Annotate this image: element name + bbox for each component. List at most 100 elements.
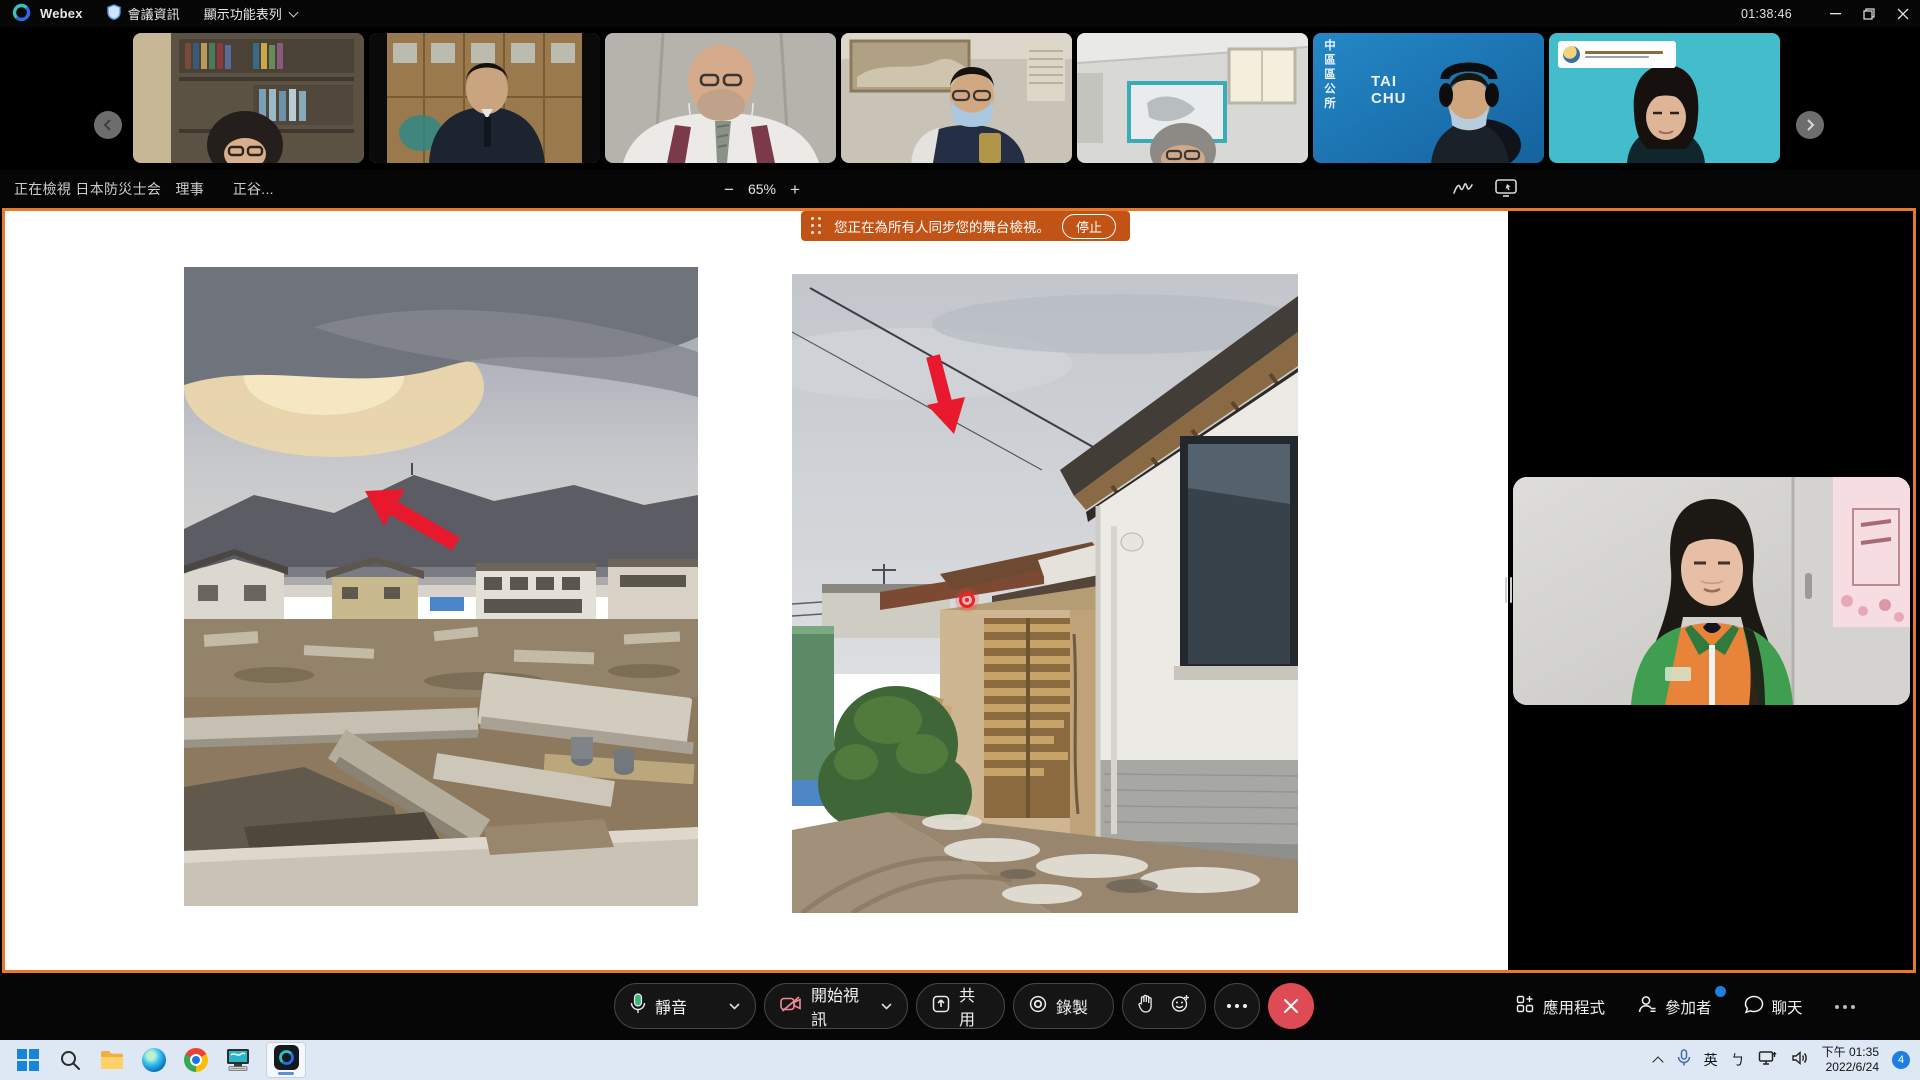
leave-meeting-button[interactable]: [1268, 983, 1314, 1029]
participants-button[interactable]: 參加者: [1637, 995, 1712, 1019]
more-panels-button[interactable]: [1835, 1005, 1855, 1009]
viewing-status-text: 正在檢視 日本防災士会 理事 正谷...: [0, 179, 274, 199]
meeting-info-label: 會議資訊: [128, 4, 180, 23]
share-icon: [932, 995, 950, 1018]
raise-hand-icon[interactable]: [1138, 994, 1153, 1018]
taskbar-search-icon[interactable]: [56, 1047, 83, 1074]
participants-notification-dot: [1715, 986, 1726, 997]
chat-label: 聊天: [1772, 996, 1803, 1018]
microphone-icon: [630, 993, 646, 1020]
stage-sync-banner: 您正在為所有人同步您的舞台檢視。 停止: [801, 211, 1130, 241]
filmstrip-next-button[interactable]: [1796, 111, 1824, 139]
filmstrip-prev-button[interactable]: [94, 111, 122, 139]
video-tile-participant-4[interactable]: [841, 33, 1072, 163]
shared-photo-flood-debris: [184, 267, 698, 906]
ime-input-mode-indicator[interactable]: ㄅ: [1731, 1050, 1745, 1070]
restore-button[interactable]: [1852, 0, 1886, 27]
network-icon[interactable]: [1758, 1050, 1778, 1071]
stop-sync-button[interactable]: 停止: [1062, 214, 1116, 239]
webex-logo-icon: [12, 3, 31, 25]
banner-drag-handle[interactable]: [811, 217, 822, 235]
mute-options-chevron-icon[interactable]: [729, 997, 740, 1015]
edge-browser-icon[interactable]: [140, 1047, 167, 1074]
tile6-latin-label: TAI CHU: [1371, 73, 1407, 108]
notification-count-badge[interactable]: 4: [1892, 1051, 1910, 1069]
taskbar-date: 2022/6/24: [1822, 1060, 1879, 1075]
show-menu-dropdown[interactable]: 顯示功能表列: [204, 4, 298, 23]
title-bar: Webex 會議資訊 顯示功能表列 01:38:46: [0, 0, 1920, 27]
mute-button[interactable]: 靜音: [614, 983, 756, 1029]
apps-button[interactable]: 應用程式: [1516, 995, 1605, 1019]
participants-icon: [1637, 995, 1657, 1019]
start-video-label: 開始視訊: [811, 982, 872, 1030]
stage-tools: [1452, 170, 1518, 208]
app-name: Webex: [40, 6, 83, 21]
system-tray: 英 ㄅ 下午 01:35 2022/6/24: [1652, 1045, 1920, 1075]
panel-resize-handle[interactable]: [1505, 577, 1512, 603]
zoom-out-button[interactable]: −: [724, 181, 734, 198]
webex-window: Webex 會議資訊 顯示功能表列 01:38:46: [0, 0, 1920, 1080]
sync-banner-message: 您正在為所有人同步您的舞台檢視。: [834, 216, 1050, 236]
window-controls: 01:38:46: [1741, 0, 1920, 27]
annotate-icon[interactable]: [1452, 179, 1474, 200]
meeting-info-button[interactable]: 會議資訊: [107, 4, 180, 23]
video-tile-participant-5[interactable]: [1077, 33, 1308, 163]
record-button[interactable]: 錄製: [1013, 983, 1114, 1029]
participant-filmstrip: 中區區公所 TAI CHU: [0, 27, 1920, 170]
minimize-button[interactable]: [1818, 0, 1852, 27]
mute-label: 靜音: [655, 994, 687, 1018]
chrome-browser-icon[interactable]: [182, 1047, 209, 1074]
close-button[interactable]: [1886, 0, 1920, 27]
meeting-info-shield-icon: [107, 4, 121, 23]
video-tile-participant-7[interactable]: [1549, 33, 1780, 163]
tray-expand-icon[interactable]: [1652, 1056, 1664, 1064]
volume-icon[interactable]: [1791, 1050, 1809, 1071]
chevron-down-icon: [289, 7, 298, 16]
video-options-chevron-icon[interactable]: [881, 997, 892, 1015]
video-tile-participant-1[interactable]: [133, 33, 364, 163]
shared-screen-icon[interactable]: [1494, 178, 1518, 201]
windows-start-button[interactable]: [14, 1047, 41, 1074]
apps-label: 應用程式: [1543, 996, 1605, 1018]
share-button[interactable]: 共用: [916, 983, 1005, 1029]
remote-desktop-app-icon[interactable]: [224, 1047, 251, 1074]
poster: [1833, 477, 1910, 627]
video-tile-participant-3[interactable]: [605, 33, 836, 163]
video-tile-participant-2[interactable]: [369, 33, 600, 163]
participants-label: 參加者: [1665, 996, 1712, 1018]
webex-taskbar-icon[interactable]: [266, 1042, 306, 1078]
file-explorer-icon[interactable]: [98, 1047, 125, 1074]
tile7-logo-emblem: [1563, 46, 1580, 63]
stage-area: 您正在為所有人同步您的舞台檢視。 停止: [2, 208, 1916, 973]
app-identity: Webex: [0, 3, 83, 25]
record-icon: [1029, 995, 1047, 1018]
shared-photo-damaged-house: [792, 274, 1298, 913]
more-options-button[interactable]: [1214, 983, 1260, 1029]
stage-status-bar: 正在檢視 日本防災士会 理事 正谷... − 65% +: [0, 170, 1920, 208]
zoom-in-button[interactable]: +: [790, 181, 800, 198]
chat-button[interactable]: 聊天: [1744, 995, 1803, 1019]
start-video-button[interactable]: 開始視訊: [764, 983, 908, 1029]
ime-language-indicator[interactable]: 英: [1704, 1050, 1718, 1070]
taskbar-time: 下午 01:35: [1822, 1045, 1879, 1060]
taskbar-clock[interactable]: 下午 01:35 2022/6/24: [1822, 1045, 1879, 1075]
tile5-overlay: [1077, 33, 1308, 163]
zoom-controls: − 65% +: [724, 170, 800, 208]
zoom-level: 65%: [748, 181, 776, 197]
webex-active-indicator: [278, 1072, 294, 1075]
reactions-group: [1122, 983, 1206, 1029]
chat-bubble-icon: [1744, 995, 1764, 1019]
video-tiles: 中區區公所 TAI CHU: [133, 33, 1780, 163]
camera-off-icon: [780, 996, 802, 1017]
reactions-smiley-icon[interactable]: [1171, 994, 1190, 1018]
tile6-org-label: 中區區公所: [1321, 39, 1337, 112]
record-label: 錄製: [1056, 994, 1088, 1018]
shared-content: 您正在為所有人同步您的舞台檢視。 停止: [5, 211, 1508, 970]
meeting-timer: 01:38:46: [1741, 7, 1792, 21]
video-tile-participant-6[interactable]: 中區區公所 TAI CHU: [1313, 33, 1544, 163]
show-menu-label: 顯示功能表列: [204, 4, 282, 23]
taskbar-apps: [0, 1042, 306, 1078]
tray-microphone-icon[interactable]: [1677, 1049, 1691, 1072]
active-speaker-video[interactable]: [1513, 477, 1910, 705]
primary-controls: 靜音 開始視訊: [614, 983, 1314, 1029]
